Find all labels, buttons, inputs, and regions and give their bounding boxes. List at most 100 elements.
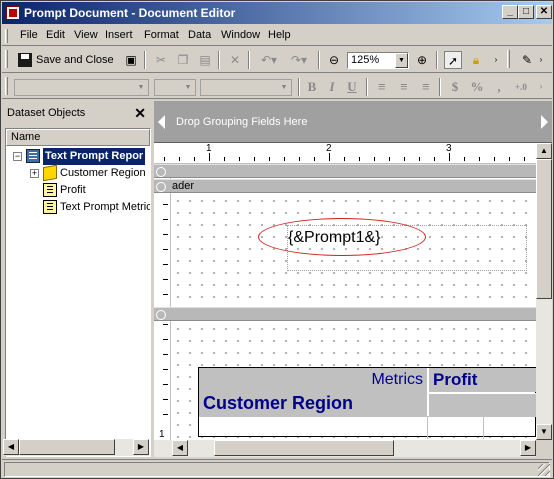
italic-button[interactable]: I (323, 78, 341, 96)
section-toggle-icon[interactable] (156, 167, 166, 177)
panel-horizontal-scrollbar[interactable]: ◀ ▶ (3, 439, 149, 456)
title-bar[interactable]: Prompt Document - Document Editor _ □ ✕ (2, 2, 552, 24)
section-toggle-icon[interactable] (156, 182, 166, 192)
section-bar-header[interactable]: ader (154, 179, 536, 193)
menu-help[interactable]: Help (268, 29, 291, 41)
ruler-tick (494, 157, 495, 161)
section-toggle-icon[interactable] (156, 310, 166, 320)
profit-label: Profit (433, 370, 478, 389)
align-left-icon[interactable]: ≡ (373, 78, 391, 96)
close-button[interactable]: ✕ (536, 5, 552, 19)
toolbar-overflow-icon[interactable]: › (536, 78, 546, 96)
redo-icon[interactable]: ↷▾ (286, 51, 312, 69)
comma-button[interactable]: , (490, 78, 508, 96)
scroll-up-icon[interactable]: ▲ (536, 143, 552, 159)
align-right-icon[interactable]: ≡ (417, 78, 435, 96)
save-icon[interactable]: ▣ (122, 51, 140, 69)
save-and-close-button[interactable]: Save and Close (18, 51, 114, 69)
maximize-button[interactable]: □ (518, 5, 534, 19)
menu-view[interactable]: View (74, 29, 98, 41)
expand-icon[interactable]: + (30, 169, 39, 178)
font-select[interactable]: ▼ (14, 79, 149, 96)
scroll-left-icon[interactable]: ◀ (172, 440, 188, 456)
delete-icon[interactable]: ✕ (226, 51, 244, 69)
menu-grip[interactable] (5, 29, 8, 43)
tree-item-text-prompt-metric[interactable]: Text Prompt Metric (6, 199, 150, 216)
toolbar-grip[interactable] (5, 50, 8, 68)
scroll-thumb[interactable] (536, 159, 552, 299)
scroll-right-icon[interactable]: ▶ (133, 439, 149, 455)
panel-header: Dataset Objects ✕ (3, 101, 151, 125)
underline-button[interactable]: U (343, 78, 361, 96)
menu-edit[interactable]: Edit (46, 29, 65, 41)
toolbar-separator (318, 51, 320, 69)
grouping-drop-zone[interactable]: Drop Grouping Fields Here (154, 101, 552, 143)
section-bar-detail[interactable] (154, 307, 536, 321)
ruler-tick (404, 157, 405, 161)
percent-button[interactable]: % (468, 78, 486, 96)
menu-file[interactable]: File (20, 29, 38, 41)
grouping-left-arrow-icon[interactable] (158, 115, 165, 129)
zoom-select[interactable]: 125% ▼ (347, 52, 409, 69)
name-column-header[interactable]: Name (6, 129, 150, 146)
tree-item-report[interactable]: − Text Prompt Repor (6, 148, 150, 165)
toolbar-separator (248, 51, 250, 69)
align-center-icon[interactable]: ≡ (395, 78, 413, 96)
style-select[interactable]: ▼ (200, 79, 292, 96)
scroll-thumb[interactable] (19, 439, 115, 455)
horizontal-scrollbar[interactable]: ◀ ▶ (154, 440, 536, 457)
cut-icon[interactable]: ✂ (152, 51, 170, 69)
grouping-right-arrow-icon[interactable] (541, 115, 548, 129)
dataset-tree[interactable]: Name − Text Prompt Repor + Customer Regi… (5, 128, 151, 457)
zoom-out-icon[interactable]: ⊖ (325, 51, 343, 69)
paste-icon[interactable]: ▤ (196, 51, 214, 69)
toolbar-overflow-icon[interactable]: › (492, 51, 500, 69)
app-icon[interactable] (6, 6, 20, 20)
grid-report[interactable]: Metrics Customer Region Profit (198, 367, 536, 439)
menu-format[interactable]: Format (144, 29, 179, 41)
toolbar-grip[interactable] (507, 50, 510, 68)
collapse-icon[interactable]: − (13, 152, 22, 161)
ruler-tick (359, 157, 360, 161)
section-bar[interactable] (154, 164, 536, 178)
chevron-down-icon[interactable]: ▼ (395, 53, 408, 68)
grouping-placeholder: Drop Grouping Fields Here (176, 116, 308, 128)
menu-window[interactable]: Window (221, 29, 260, 41)
dataset-objects-panel: Dataset Objects ✕ Name − Text Prompt Rep… (3, 101, 151, 457)
menu-insert[interactable]: Insert (105, 29, 133, 41)
bold-button[interactable]: B (303, 78, 321, 96)
toolbar-overflow-icon[interactable]: › (536, 51, 546, 69)
minimize-button[interactable]: _ (502, 5, 518, 19)
toolbar-separator (366, 78, 368, 96)
ruler-tick (163, 414, 168, 415)
font-size-select[interactable]: ▼ (154, 79, 196, 96)
vertical-scrollbar[interactable]: ▲ ▼ (536, 143, 552, 440)
ruler-tick (419, 157, 420, 161)
zoom-in-icon[interactable]: ⊕ (413, 51, 431, 69)
pin-icon[interactable]: ✎ (518, 51, 536, 69)
document-design-area: Drop Grouping Fields Here 1 2 3 1 ader {… (154, 101, 552, 457)
document-canvas[interactable]: 1 2 3 1 ader {&Prompt1&} Metrics Custome… (154, 143, 536, 440)
tree-item-label: Customer Region (60, 167, 146, 179)
scroll-down-icon[interactable]: ▼ (536, 424, 552, 440)
panel-close-icon[interactable]: ✕ (134, 101, 146, 125)
increase-decimal-button[interactable]: +.0 (510, 78, 532, 96)
prompt-text-field[interactable]: {&Prompt1&} (288, 229, 381, 247)
toolbar-grip[interactable] (5, 77, 8, 95)
status-pane (4, 462, 550, 477)
lock-icon[interactable]: 🔒︎ (467, 51, 485, 69)
menu-data[interactable]: Data (188, 29, 211, 41)
tree-item-customer-region[interactable]: + Customer Region (6, 164, 150, 182)
undo-icon[interactable]: ↶▾ (256, 51, 282, 69)
tree-item-profit[interactable]: Profit (6, 182, 150, 199)
scroll-thumb[interactable] (214, 440, 394, 456)
scroll-left-icon[interactable]: ◀ (3, 439, 19, 455)
ruler-tick (434, 157, 435, 161)
pointer-icon[interactable]: ➚ (444, 51, 462, 69)
cell-divider (427, 417, 428, 439)
ruler-tick (179, 157, 180, 161)
currency-button[interactable]: $ (446, 78, 464, 96)
scroll-right-icon[interactable]: ▶ (520, 440, 536, 456)
copy-icon[interactable]: ❐ (174, 51, 192, 69)
resize-grip-icon[interactable] (538, 464, 550, 476)
